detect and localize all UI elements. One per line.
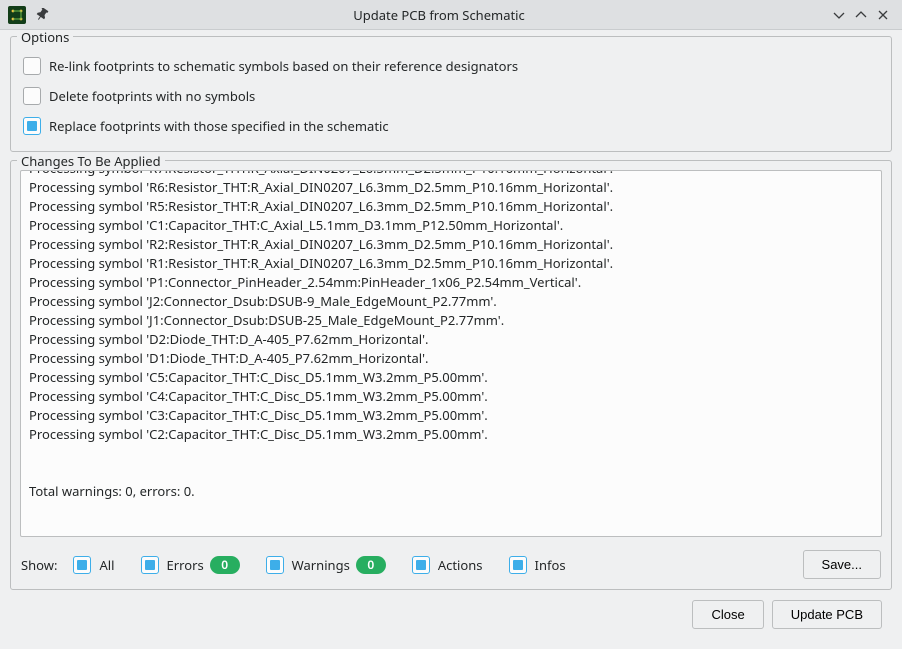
show-label: Show: [21, 556, 57, 574]
delete-label: Delete footprints with no symbols [49, 87, 255, 105]
filter-all-checkbox[interactable] [73, 556, 91, 574]
changes-legend: Changes To Be Applied [17, 152, 165, 170]
options-group: Options Re-link footprints to schematic … [10, 36, 892, 152]
pin-icon[interactable] [34, 7, 50, 23]
log-output[interactable]: Processing symbol 'R7:Resistor_THT:R_Axi… [20, 170, 882, 537]
relink-checkbox[interactable] [23, 57, 41, 75]
errors-count-badge: 0 [210, 556, 240, 574]
maximize-icon[interactable] [850, 4, 872, 26]
dialog-buttons: Close Update PCB [10, 600, 892, 639]
update-pcb-button[interactable]: Update PCB [772, 600, 882, 629]
changes-group: Changes To Be Applied Processing symbol … [10, 160, 892, 590]
minimize-icon[interactable] [828, 4, 850, 26]
replace-checkbox[interactable] [23, 117, 41, 135]
close-icon[interactable] [872, 4, 894, 26]
filter-infos-checkbox[interactable] [509, 556, 527, 574]
options-legend: Options [17, 30, 73, 46]
filter-actions-checkbox[interactable] [412, 556, 430, 574]
filter-actions-label: Actions [438, 556, 483, 574]
filter-warnings-checkbox[interactable] [266, 556, 284, 574]
filter-row: Show: All Errors 0 Warnings 0 Actions [11, 546, 891, 589]
filter-errors-checkbox[interactable] [141, 556, 159, 574]
delete-checkbox[interactable] [23, 87, 41, 105]
warnings-count-badge: 0 [356, 556, 386, 574]
replace-label: Replace footprints with those specified … [49, 117, 389, 135]
filter-all-label: All [99, 556, 114, 574]
filter-warnings-label: Warnings [292, 556, 350, 574]
window-title: Update PCB from Schematic [50, 6, 828, 24]
titlebar: Update PCB from Schematic [0, 0, 902, 30]
filter-errors-label: Errors [167, 556, 204, 574]
app-icon [8, 6, 26, 24]
filter-infos-label: Infos [535, 556, 566, 574]
close-button[interactable]: Close [692, 600, 763, 629]
relink-label: Re-link footprints to schematic symbols … [49, 57, 518, 75]
save-button[interactable]: Save... [803, 550, 881, 579]
